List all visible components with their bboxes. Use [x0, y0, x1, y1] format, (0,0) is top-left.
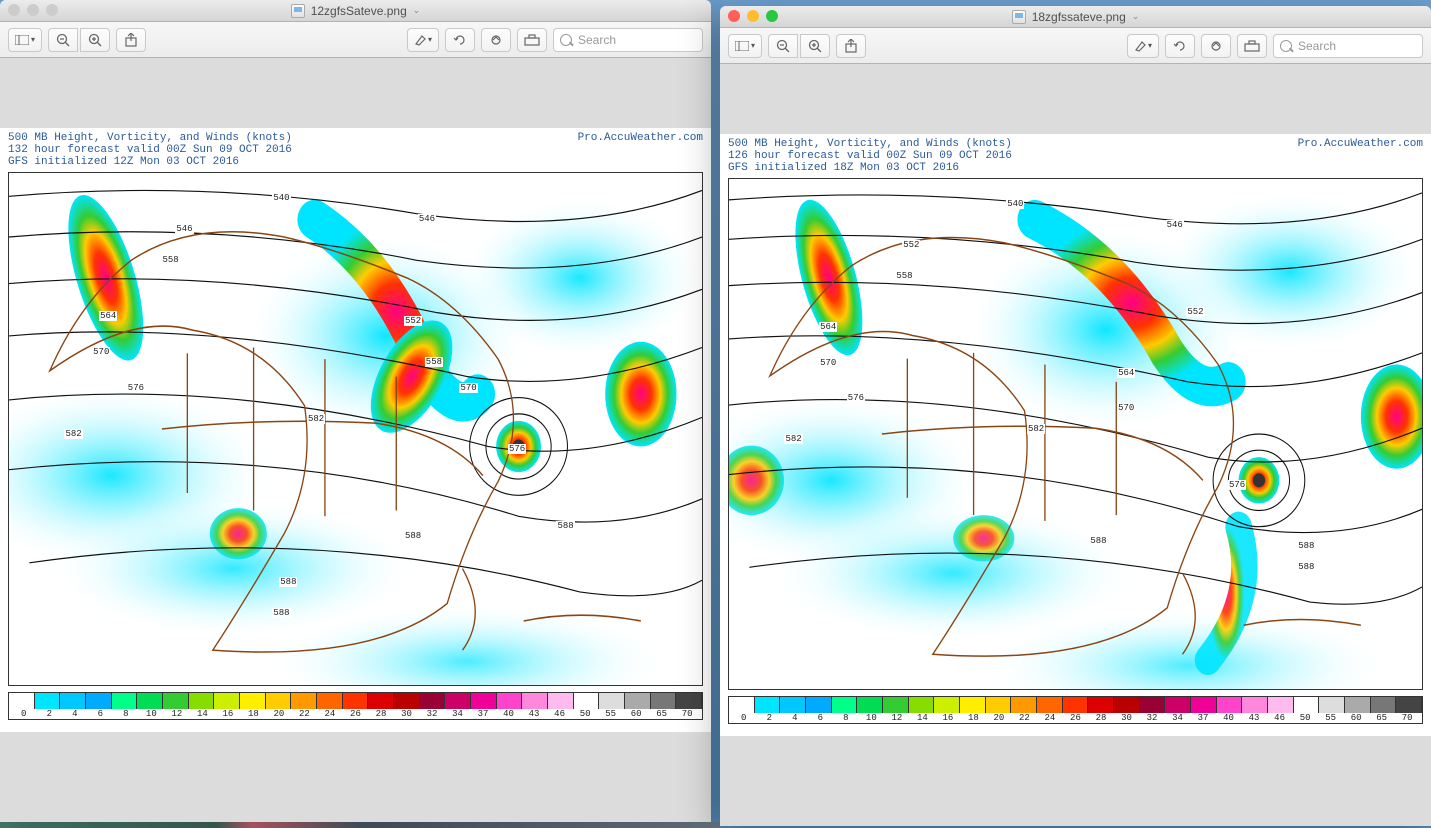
contour-label: 588 [279, 577, 297, 587]
weather-map: 540 546 552 552 558 564 570 576 582 582 … [728, 178, 1423, 690]
contour-label: 570 [92, 347, 110, 357]
zoom-out-button[interactable] [768, 34, 798, 58]
toolbar: ▾ ▾ Search [720, 28, 1431, 64]
contour-label: 588 [1297, 541, 1315, 551]
rotate-button[interactable] [445, 28, 475, 52]
toolbox-button[interactable] [1237, 34, 1267, 58]
search-placeholder: Search [1298, 39, 1336, 53]
color-legend: 0246810121416182022242628303234374043465… [8, 692, 703, 720]
contour-label: 552 [1186, 307, 1204, 317]
chart-title: 500 MB Height, Vorticity, and Winds (kno… [728, 138, 1012, 150]
dock-peek [0, 822, 720, 828]
chart-source: Pro.AccuWeather.com [1298, 138, 1423, 150]
minimize-icon[interactable] [27, 4, 39, 16]
zoom-in-button[interactable] [800, 34, 830, 58]
window-title: 12zgfsSateve.png [311, 4, 407, 18]
contour-label: 558 [895, 271, 913, 281]
search-placeholder: Search [578, 33, 616, 47]
close-icon[interactable] [8, 4, 20, 16]
contour-label: 564 [819, 322, 837, 332]
contour-label: 558 [161, 255, 179, 265]
color-legend: 0246810121416182022242628303234374043465… [728, 696, 1423, 724]
weather-map: 540 546 546 558 552 564 570 576 582 582 … [8, 172, 703, 686]
contour-label: 588 [404, 531, 422, 541]
contour-label: 546 [175, 224, 193, 234]
window-titlebar[interactable]: 12zgfsSateve.png ⌄ [0, 0, 711, 22]
contour-label: 588 [272, 608, 290, 618]
contour-label: 582 [64, 429, 82, 439]
preview-window-right: 18zgfssateve.png ⌄ ▾ ▾ Search 500 MB Hei… [720, 6, 1431, 826]
rotate-button[interactable] [1165, 34, 1195, 58]
contour-label: 588 [1089, 536, 1107, 546]
toolbar: ▾ ▾ Search [0, 22, 711, 58]
contour-label: 546 [1166, 220, 1184, 230]
highlight-button[interactable]: ▾ [1127, 34, 1159, 58]
markup-button[interactable] [481, 28, 511, 52]
zoom-out-button[interactable] [48, 28, 78, 52]
contour-label: 576 [127, 383, 145, 393]
contour-label: 552 [404, 316, 422, 326]
content-area: 500 MB Height, Vorticity, and Winds (kno… [720, 64, 1431, 826]
contour-label: 582 [784, 434, 802, 444]
chevron-down-icon[interactable]: ⌄ [1132, 11, 1140, 22]
contour-label: 588 [1297, 562, 1315, 572]
contour-label: 582 [307, 414, 325, 424]
contour-label: 570 [1117, 403, 1135, 413]
window-titlebar[interactable]: 18zgfssateve.png ⌄ [720, 6, 1431, 28]
contour-label: 570 [459, 383, 477, 393]
chart-valid-time: 126 hour forecast valid 00Z Sun 09 OCT 2… [728, 150, 1423, 162]
maximize-icon[interactable] [766, 10, 778, 22]
highlight-button[interactable]: ▾ [407, 28, 439, 52]
search-input[interactable]: Search [553, 28, 703, 52]
toolbox-button[interactable] [517, 28, 547, 52]
contour-label: 576 [1228, 480, 1246, 490]
contour-label: 540 [1006, 199, 1024, 209]
file-icon [1012, 10, 1026, 24]
sidebar-toggle-button[interactable]: ▾ [8, 28, 42, 52]
chart-init-time: GFS initialized 18Z Mon 03 OCT 2016 [728, 162, 1423, 174]
file-icon [291, 4, 305, 18]
chart-valid-time: 132 hour forecast valid 00Z Sun 09 OCT 2… [8, 144, 703, 156]
contour-label: 576 [508, 444, 526, 454]
content-area: 500 MB Height, Vorticity, and Winds (kno… [0, 58, 711, 822]
contour-label: 558 [425, 357, 443, 367]
contour-label: 564 [1117, 368, 1135, 378]
image-display[interactable]: 500 MB Height, Vorticity, and Winds (kno… [0, 128, 711, 732]
window-title: 18zgfssateve.png [1032, 10, 1126, 24]
sidebar-toggle-button[interactable]: ▾ [728, 34, 762, 58]
chart-init-time: GFS initialized 12Z Mon 03 OCT 2016 [8, 156, 703, 168]
share-button[interactable] [836, 34, 866, 58]
zoom-in-button[interactable] [80, 28, 110, 52]
contour-label: 552 [902, 240, 920, 250]
share-button[interactable] [116, 28, 146, 52]
contour-label: 540 [272, 193, 290, 203]
chart-source: Pro.AccuWeather.com [578, 132, 703, 144]
image-display[interactable]: 500 MB Height, Vorticity, and Winds (kno… [720, 134, 1431, 736]
contour-label: 564 [99, 311, 117, 321]
chevron-down-icon[interactable]: ⌄ [413, 5, 421, 16]
preview-window-left: 12zgfsSateve.png ⌄ ▾ ▾ Search 500 MB Hei… [0, 0, 711, 822]
contour-label: 570 [819, 358, 837, 368]
contour-label: 582 [1027, 424, 1045, 434]
close-icon[interactable] [728, 10, 740, 22]
contour-label: 546 [418, 214, 436, 224]
markup-button[interactable] [1201, 34, 1231, 58]
contour-label: 576 [847, 393, 865, 403]
chart-title: 500 MB Height, Vorticity, and Winds (kno… [8, 132, 292, 144]
contour-label: 588 [556, 521, 574, 531]
search-input[interactable]: Search [1273, 34, 1423, 58]
minimize-icon[interactable] [747, 10, 759, 22]
maximize-icon[interactable] [46, 4, 58, 16]
